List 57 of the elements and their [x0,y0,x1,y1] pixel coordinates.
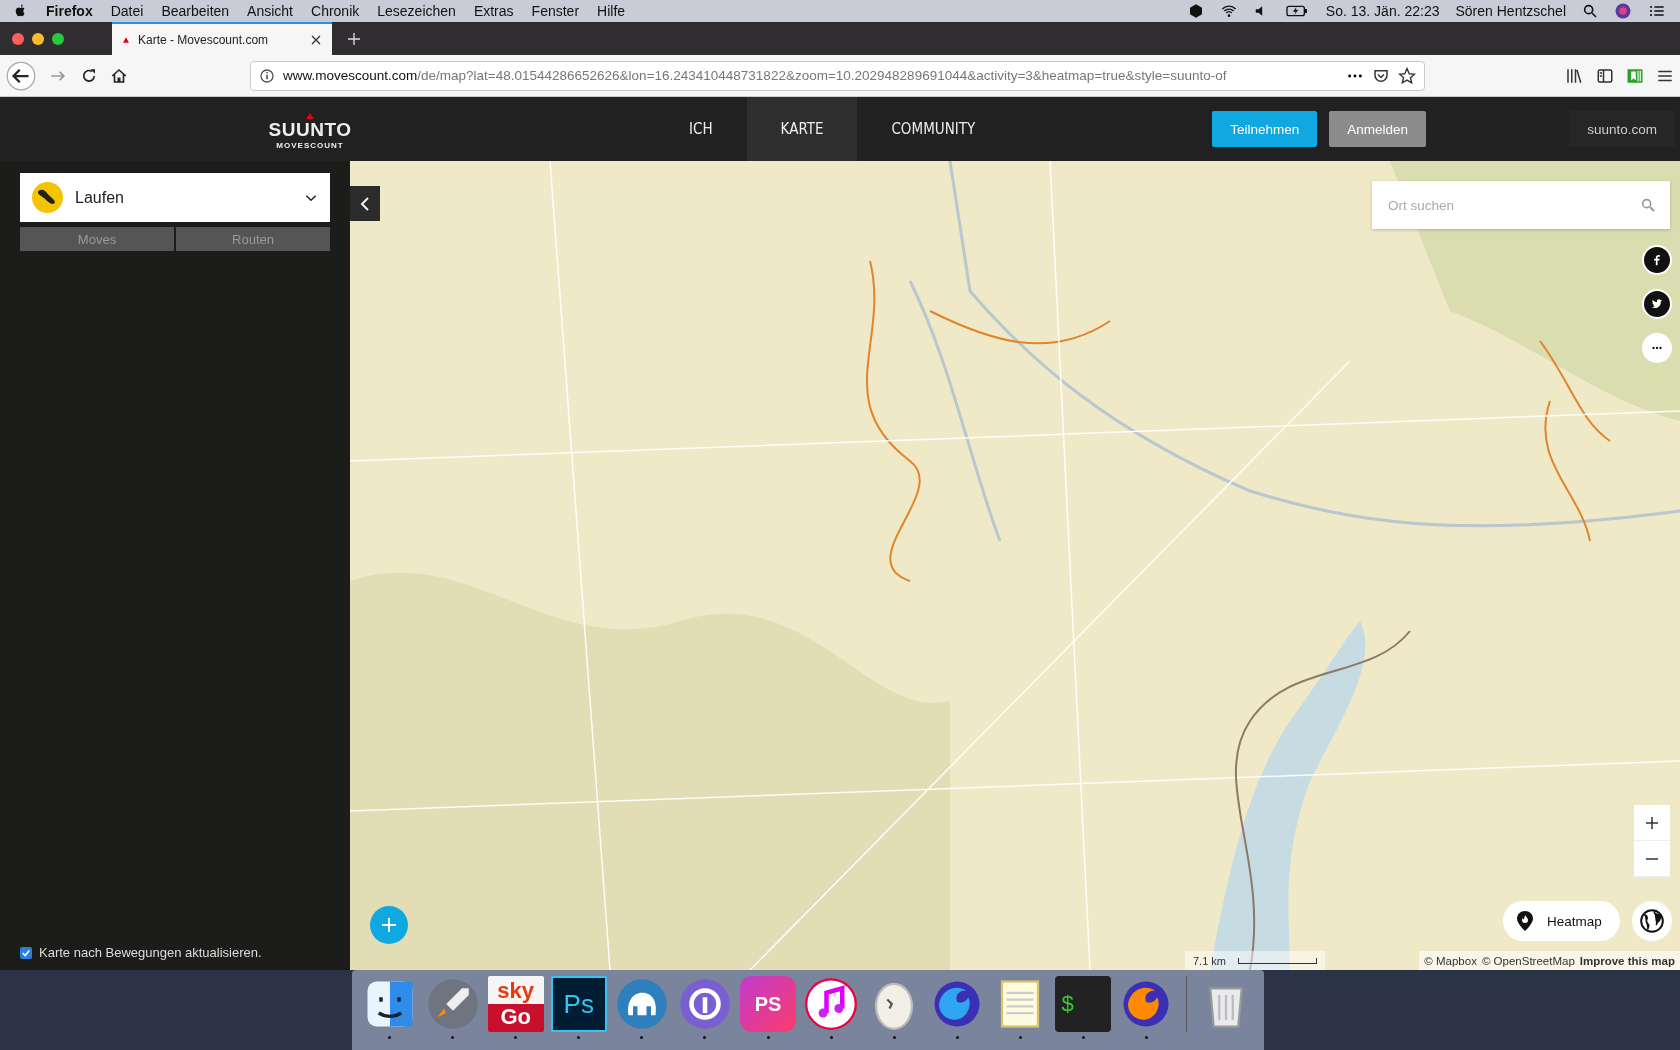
star-icon[interactable] [1398,66,1416,85]
app-icon[interactable]: $ [1055,976,1112,1032]
activity-dropdown[interactable]: Laufen [20,173,330,222]
menu-item[interactable]: Firefox [46,3,93,19]
attribution-text: © Mapbox [1424,954,1477,967]
menu-item[interactable]: Hilfe [597,3,626,19]
back-icon[interactable] [6,60,36,91]
app-icon[interactable]: Ps [550,976,607,1032]
sidebar-icon[interactable] [1596,66,1614,85]
flame-pin-icon[interactable] [1517,911,1533,931]
reload-icon[interactable] [80,66,98,85]
improve-map-link[interactable]: Improve this map [1579,954,1675,967]
close-icon[interactable] [310,33,322,46]
attribution-text: © OpenStreetMap [1481,954,1575,967]
update-checkbox[interactable] [20,946,32,959]
suunto-logo[interactable]: SUUNTO MOVESCOUNT [155,97,465,161]
menu-item[interactable]: Lesezeichen [377,3,456,19]
list-icon[interactable] [1648,3,1666,19]
search-bar[interactable]: Ort suchen [1372,181,1670,229]
nav-tab[interactable]: KARTE [746,97,858,161]
user-name[interactable]: Sören Hentzschel [1455,3,1566,19]
menu-item[interactable]: Chronik [311,3,360,19]
search-icon[interactable] [1582,3,1598,19]
menu-item[interactable]: Bearbeiten [161,3,230,19]
globe-icon[interactable] [1639,908,1665,934]
menu-item[interactable]: Ansicht [247,3,293,19]
browser-tab[interactable]: Karte - Movescount.com [112,22,332,55]
minimize-button[interactable] [32,32,44,45]
address-bar[interactable]: www.movescount.com/de/map?lat=48.01544286652626&lon=16.243410448731822&zoom=10.202948289691044&activity=3&heatmap=true&style=suunto-of [250,60,1425,91]
zoom-button[interactable] [52,32,64,45]
collapse-button[interactable] [350,186,380,221]
app-icon[interactable]: PS [740,976,796,1032]
menu-item[interactable]: Fenster [531,3,580,19]
info-icon[interactable] [259,67,275,84]
triangle-icon [122,35,130,44]
scale-bar: 7.1 km [1185,951,1325,970]
library-icon[interactable] [1564,66,1584,85]
clock-text[interactable]: So. 13. Jän. 22:23 [1325,3,1440,19]
wifi-icon[interactable] [1219,3,1238,19]
nav-tab[interactable]: COMMUNITY [857,97,1010,161]
orb-icon[interactable] [1614,2,1632,20]
menu-item[interactable]: Datei [110,3,144,19]
cube-icon[interactable] [1187,3,1204,19]
home-icon[interactable] [110,66,128,85]
tab-title: Karte - Movescount.com [138,32,270,47]
checkbox-label: Karte nach Bewegungen aktualisieren. [39,945,262,960]
heatmap-button[interactable]: Heatmap [1503,901,1620,941]
url-text[interactable]: www.movescount.com/de/map?lat=48.01544286652626&lon=16.243410448731822&zoom=10.202948289691044&activity=3&heatmap=true&style=suunto-of [283,68,1338,83]
battery-icon[interactable] [1283,3,1310,19]
external-link[interactable]: suunto.com [1569,111,1675,147]
close-button[interactable] [12,32,24,45]
menu-item[interactable]: Extras [473,3,514,19]
app-icon[interactable]: sky Go [487,976,544,1032]
chevron-left-icon[interactable] [360,195,370,212]
bookmark-icon[interactable] [1626,66,1644,85]
plus-icon[interactable] [1646,816,1658,829]
nav-tab[interactable]: ICH [655,97,747,161]
